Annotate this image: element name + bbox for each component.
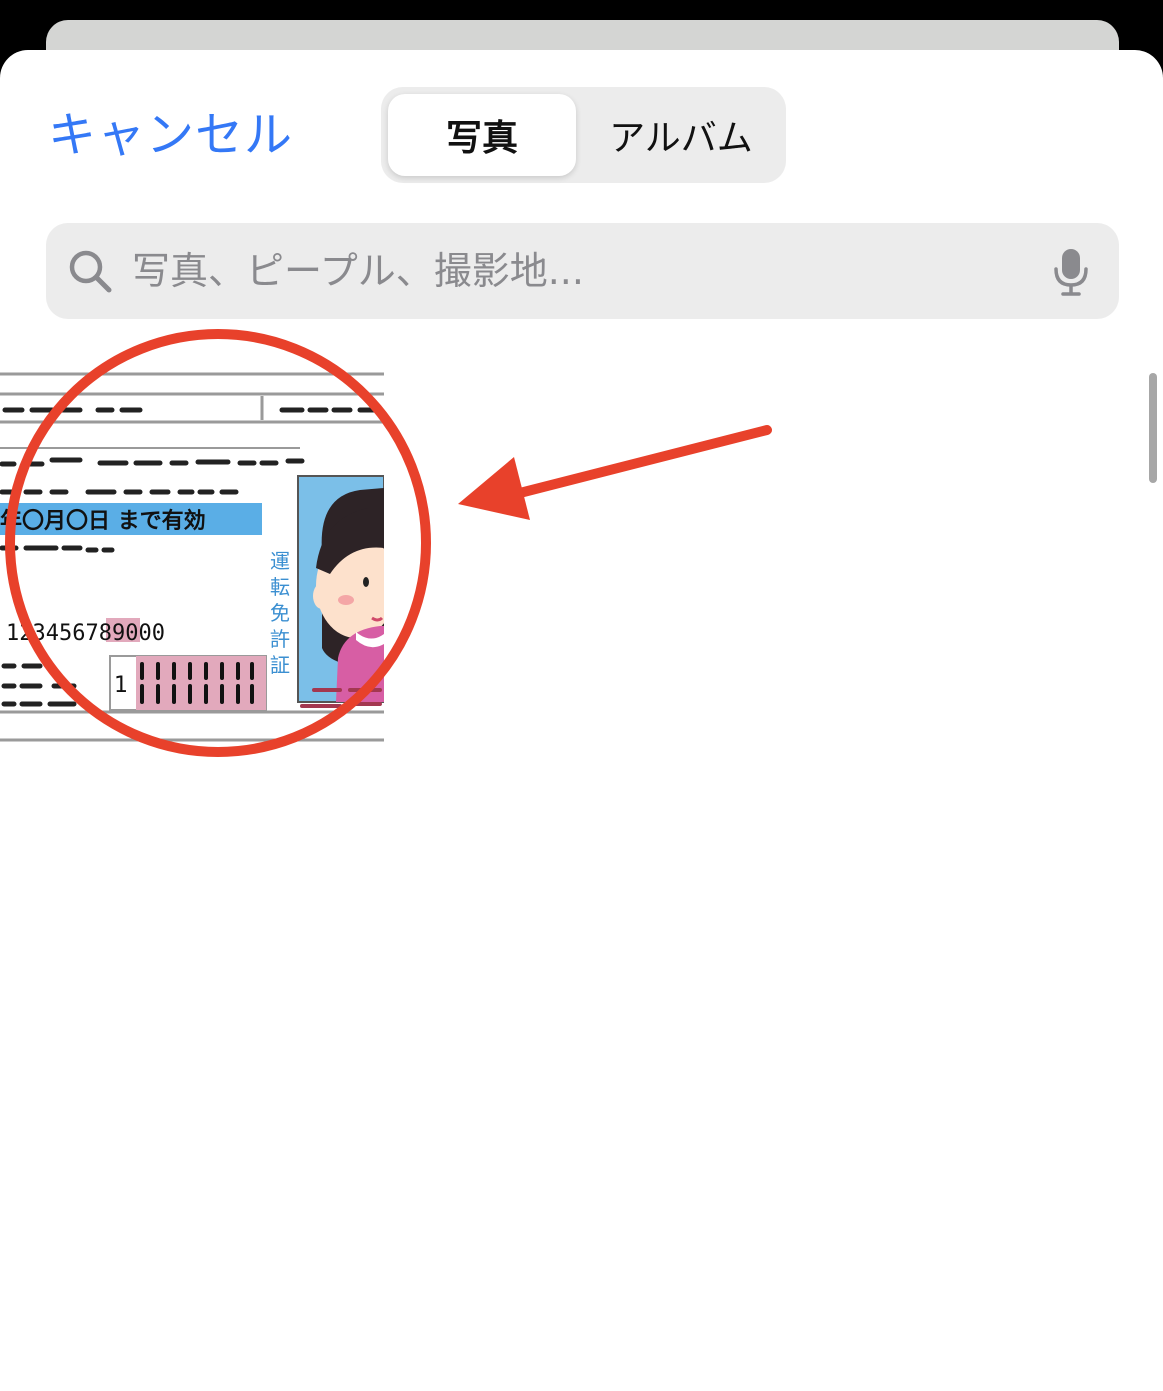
photo-thumbnail[interactable]: 年〇月〇日 まで有効 123456789000 1 運 転 免 許 証 bbox=[0, 368, 384, 746]
side-label-3: 免 bbox=[270, 601, 290, 625]
tab-photos[interactable]: 写真 bbox=[388, 94, 576, 176]
annotation-arrow-head bbox=[458, 457, 530, 520]
photo-picker-sheet: キャンセル 写真 アルバム 写真、ピープル、撮影地... 年〇月〇日 まで有効 … bbox=[0, 50, 1163, 1391]
license-card-illustration: 年〇月〇日 まで有効 123456789000 1 運 転 免 許 証 bbox=[0, 372, 384, 742]
search-icon bbox=[69, 250, 112, 293]
license-number: 123456789000 bbox=[6, 621, 165, 646]
scrollbar[interactable] bbox=[1149, 373, 1157, 483]
microphone-icon[interactable] bbox=[1053, 247, 1089, 297]
search-bar[interactable] bbox=[46, 223, 1119, 319]
cancel-button[interactable]: キャンセル bbox=[48, 105, 293, 165]
tab-albums[interactable]: アルバム bbox=[581, 94, 781, 176]
side-label-4: 許 bbox=[270, 627, 290, 651]
box-digit: 1 bbox=[114, 673, 128, 698]
search-input[interactable] bbox=[132, 223, 1032, 319]
annotation-arrow-shaft bbox=[507, 425, 772, 500]
side-label-5: 証 bbox=[270, 653, 290, 677]
expiry-text: 年〇月〇日 まで有効 bbox=[0, 508, 206, 534]
side-label-2: 転 bbox=[270, 575, 290, 599]
side-label-1: 運 bbox=[270, 549, 290, 573]
segmented-control: 写真 アルバム bbox=[381, 87, 786, 183]
